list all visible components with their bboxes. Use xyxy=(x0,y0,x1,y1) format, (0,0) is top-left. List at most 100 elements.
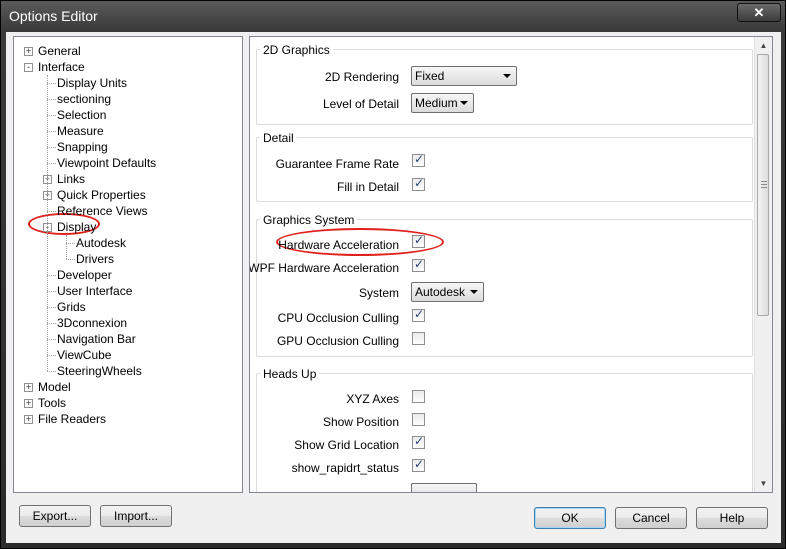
fill-detail-checkbox[interactable] xyxy=(412,176,425,191)
tree-item-viewcube[interactable]: ViewCube xyxy=(57,347,111,363)
tree-item-developer[interactable]: Developer xyxy=(57,267,112,283)
tree-connector xyxy=(47,163,56,164)
import-button[interactable]: Import... xyxy=(100,505,172,527)
scroll-down-arrow-icon[interactable]: ▼ xyxy=(755,475,772,492)
expand-icon[interactable]: + xyxy=(24,47,33,56)
close-button[interactable]: ✕ xyxy=(737,3,781,22)
tree-item-viewpoint-defaults[interactable]: Viewpoint Defaults xyxy=(57,155,156,171)
show-position-checkbox[interactable] xyxy=(412,413,425,426)
tree-item-selection[interactable]: Selection xyxy=(57,107,106,123)
close-icon: ✕ xyxy=(753,5,765,20)
xyz-axes-label: XYZ Axes xyxy=(346,392,399,406)
cpu-culling-label: CPU Occlusion Culling xyxy=(277,311,399,325)
group-heads-up xyxy=(256,373,753,492)
title-bar[interactable]: Options Editor ✕ xyxy=(1,1,786,31)
scroll-thumb[interactable] xyxy=(757,54,769,316)
gpu-culling-label: GPU Occlusion Culling xyxy=(276,334,399,348)
cpu-culling-checkbox[interactable] xyxy=(412,307,425,322)
export-button[interactable]: Export... xyxy=(19,505,91,527)
grid-location-checkbox[interactable] xyxy=(412,434,425,449)
tree-item-label: Display Units xyxy=(57,76,128,90)
tree-item-label: Developer xyxy=(57,268,112,282)
tree-connector xyxy=(47,339,56,340)
lod-value: Medium xyxy=(415,96,458,110)
tree-item-label: Drivers xyxy=(76,252,114,266)
expand-icon[interactable]: + xyxy=(24,383,33,392)
tree-item-label: Display xyxy=(57,220,97,234)
tree-item-sectioning[interactable]: sectioning xyxy=(57,91,111,107)
tree-item-label: Viewpoint Defaults xyxy=(57,156,157,170)
tree-item-label: Grids xyxy=(57,300,86,314)
2d-rendering-select[interactable]: Fixed xyxy=(411,66,517,86)
options-panel[interactable]: 2D Graphics 2D Rendering Fixed Level of … xyxy=(249,36,773,493)
tree-item-label: Quick Properties xyxy=(57,188,146,202)
tree-item-file-readers[interactable]: File Readers xyxy=(38,411,106,427)
tree-item-user-interface[interactable]: User Interface xyxy=(57,283,132,299)
collapse-icon[interactable]: - xyxy=(24,63,33,72)
tree-item-navigation-bar[interactable]: Navigation Bar xyxy=(57,331,136,347)
tree-item-display[interactable]: Display xyxy=(57,219,96,235)
tree-item-measure[interactable]: Measure xyxy=(57,123,104,139)
grip-line xyxy=(761,187,767,188)
scroll-up-arrow-icon[interactable]: ▲ xyxy=(755,37,772,54)
group-detail-title: Detail xyxy=(260,131,297,145)
tree-connector xyxy=(47,99,56,100)
tree-item-drivers[interactable]: Drivers xyxy=(76,251,114,267)
frame-rate-label: Guarantee Frame Rate xyxy=(275,157,399,171)
expand-icon[interactable]: + xyxy=(24,415,33,424)
xyz-axes-checkbox[interactable] xyxy=(412,390,425,403)
tree-item-reference-views[interactable]: Reference Views xyxy=(57,203,148,219)
tree-item-label: General xyxy=(38,44,81,58)
tree-item-3dconnexion[interactable]: 3Dconnexion xyxy=(57,315,127,331)
tree-item-label: Model xyxy=(38,380,71,394)
system-value: Autodesk xyxy=(415,285,466,299)
tree-item-snapping[interactable]: Snapping xyxy=(57,139,108,155)
help-button[interactable]: Help xyxy=(696,507,768,529)
wpf-acceleration-checkbox[interactable] xyxy=(412,257,425,272)
group-2d-graphics xyxy=(256,49,753,125)
tree-item-display-units[interactable]: Display Units xyxy=(57,75,127,91)
tree-item-tools[interactable]: Tools xyxy=(38,395,66,411)
gpu-culling-checkbox[interactable] xyxy=(412,332,425,345)
options-tree[interactable]: General + Interface - Display Units sectionin… xyxy=(13,36,243,493)
partial-field[interactable] xyxy=(411,483,477,492)
lod-select[interactable]: Medium xyxy=(411,93,474,113)
cancel-button[interactable]: Cancel xyxy=(615,507,687,529)
system-select[interactable]: Autodesk xyxy=(411,282,484,302)
tree-connector xyxy=(47,371,56,372)
tree-item-label: sectioning xyxy=(57,92,112,106)
tree-connector xyxy=(47,83,56,84)
group-heads-up-title: Heads Up xyxy=(260,367,320,381)
tree-item-model[interactable]: Model xyxy=(38,379,71,395)
panel-scrollbar[interactable]: ▲ ▼ xyxy=(754,37,772,492)
tree-item-label: Navigation Bar xyxy=(57,332,136,346)
tree-connector xyxy=(66,259,75,260)
tree-item-quick-properties[interactable]: Quick Properties xyxy=(57,187,146,203)
tree-item-label: 3Dconnexion xyxy=(57,316,128,330)
fill-detail-label: Fill in Detail xyxy=(336,180,399,194)
tree-item-interface[interactable]: Interface xyxy=(38,59,85,75)
grid-location-label: Show Grid Location xyxy=(294,438,399,452)
tree-item-label: Snapping xyxy=(57,140,108,154)
chevron-down-icon xyxy=(503,74,511,78)
show-position-label: Show Position xyxy=(322,415,399,429)
group-2d-graphics-title: 2D Graphics xyxy=(260,43,333,57)
system-label: System xyxy=(358,286,399,300)
rapidrt-status-checkbox[interactable] xyxy=(412,457,425,472)
2d-rendering-value: Fixed xyxy=(415,69,445,83)
hw-acceleration-label: Hardware Acceleration xyxy=(278,238,399,252)
tree-item-autodesk[interactable]: Autodesk xyxy=(76,235,126,251)
tree-item-grids[interactable]: Grids xyxy=(57,299,86,315)
group-graphics-system-title: Graphics System xyxy=(260,213,358,227)
expand-icon[interactable]: + xyxy=(24,399,33,408)
tree-item-links[interactable]: Links xyxy=(57,171,85,187)
tree-item-steeringwheels[interactable]: SteeringWheels xyxy=(57,363,142,379)
frame-rate-checkbox[interactable] xyxy=(412,152,425,167)
grip-line xyxy=(761,181,767,182)
tree-connector xyxy=(47,323,56,324)
hw-acceleration-checkbox[interactable] xyxy=(412,233,425,248)
tree-item-general[interactable]: General xyxy=(38,43,81,59)
ok-button[interactable]: OK xyxy=(534,507,606,529)
lod-label: Level of Detail xyxy=(322,97,399,111)
tree-connector xyxy=(47,211,56,212)
